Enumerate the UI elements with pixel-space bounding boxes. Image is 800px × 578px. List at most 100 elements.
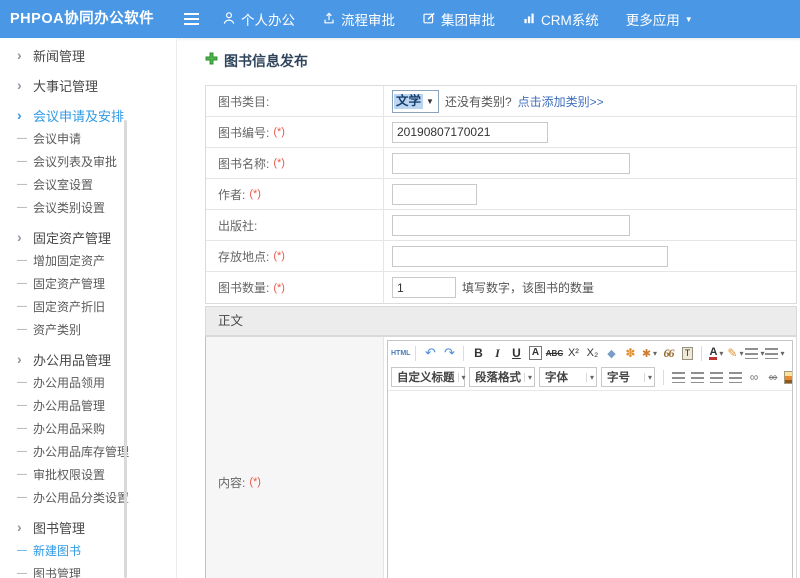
paint-format-icon-button[interactable]: ✱▾ <box>640 343 658 363</box>
paste-icon-button[interactable]: T <box>678 343 696 363</box>
dash-icon: — <box>17 400 33 411</box>
link-button[interactable]: ∞ <box>745 367 763 387</box>
underline-button[interactable]: U <box>507 343 525 363</box>
book-name-input[interactable] <box>392 153 630 174</box>
sidebar-item-fixed-asset-depreciation[interactable]: —固定资产折旧 <box>0 295 176 318</box>
font-color-button[interactable]: A▾ <box>707 343 725 363</box>
form-row-book-name: 图书名称:(*) <box>206 148 796 179</box>
image-button[interactable] <box>783 367 792 387</box>
superscript-button[interactable]: X² <box>564 343 582 363</box>
rich-text-editor: HTML↶↷BIUAABCX²X₂◆✽✱▾66TA▾✎▾▾▾ 自定义标题▾段落格… <box>387 340 793 578</box>
align-left-button[interactable] <box>669 367 687 387</box>
sidebar-item-supplies-purchase[interactable]: —办公用品采购 <box>0 417 176 440</box>
strikethrough-button[interactable]: ABC <box>545 343 563 363</box>
sidebar-item-fixed-asset-manage[interactable]: —固定资产管理 <box>0 272 176 295</box>
sidebar-group-meeting-application[interactable]: ›会议申请及安排 <box>0 103 176 127</box>
sidebar-item-meeting-room-settings[interactable]: —会议室设置 <box>0 173 176 196</box>
sidebar-item-label: 会议申请及安排 <box>33 106 124 125</box>
font-family-select[interactable]: 字体▾ <box>539 367 597 387</box>
location-input[interactable] <box>392 246 668 267</box>
nav-more-apps[interactable]: 更多应用 ▼ <box>626 9 693 29</box>
sidebar-item-supplies-category-settings[interactable]: —办公用品分类设置 <box>0 486 176 509</box>
form-row-location: 存放地点:(*) <box>206 241 796 272</box>
blockquote-button[interactable]: 66 <box>659 343 677 363</box>
dash-icon: — <box>17 324 33 335</box>
custom-title-select[interactable]: 自定义标题▾ <box>391 367 465 387</box>
sidebar-item-meeting-list-approval[interactable]: —会议列表及审批 <box>0 150 176 173</box>
process-icon <box>322 11 336 28</box>
clean-format-icon-button[interactable]: ✽ <box>621 343 639 363</box>
chevron-right-icon: › <box>17 522 33 532</box>
editor-cell: HTML↶↷BIUAABCX²X₂◆✽✱▾66TA▾✎▾▾▾ 自定义标题▾段落格… <box>384 337 796 578</box>
sidebar-item-supplies-inventory[interactable]: —办公用品库存管理 <box>0 440 176 463</box>
required-mark: (*) <box>273 250 285 262</box>
nav-label: CRM系统 <box>541 9 599 29</box>
sidebar-item-add-fixed-asset[interactable]: —增加固定资产 <box>0 249 176 272</box>
italic-button[interactable]: I <box>488 343 506 363</box>
sidebar-item-new-book[interactable]: —新建图书 <box>0 539 176 562</box>
font-border-button[interactable]: A <box>526 343 544 363</box>
sidebar-group-book-management[interactable]: ›图书管理 <box>0 515 176 539</box>
eraser-icon-button[interactable]: ◆ <box>602 343 620 363</box>
nav-workflow-approval[interactable]: 流程审批 <box>322 9 395 29</box>
sidebar-item-approval-permission-settings[interactable]: —审批权限设置 <box>0 463 176 486</box>
nav-personal-office[interactable]: 个人办公 <box>222 9 295 29</box>
chevron-right-icon: › <box>17 50 33 60</box>
editor-content-area[interactable] <box>388 391 792 578</box>
author-input[interactable] <box>392 184 477 205</box>
caret-down-icon: ▾ <box>586 373 594 382</box>
html-source-button[interactable]: HTML <box>391 343 410 363</box>
sidebar-item-supplies-manage[interactable]: —办公用品管理 <box>0 394 176 417</box>
form-row-publisher: 出版社: <box>206 210 796 241</box>
app-logo[interactable]: PHPOA协同办公软件 <box>10 0 154 38</box>
quantity-hint: 填写数字，该图书的数量 <box>462 279 594 296</box>
unlink-button[interactable]: ∞ <box>764 367 782 387</box>
nav-crm-system[interactable]: CRM系统 <box>522 9 599 29</box>
undo-button[interactable]: ↶ <box>421 343 439 363</box>
caret-down-icon: ▾ <box>760 349 764 358</box>
align-justify-button[interactable] <box>726 367 744 387</box>
sidebar-item-label: 大事记管理 <box>33 76 98 95</box>
font-size-select[interactable]: 字号▾ <box>601 367 655 387</box>
redo-button[interactable]: ↷ <box>440 343 458 363</box>
sidebar-item-label: 会议类别设置 <box>33 199 105 216</box>
ordered-list-button[interactable]: ▾ <box>745 343 764 363</box>
align-center-button[interactable] <box>688 367 706 387</box>
paragraph-format-select[interactable]: 段落格式▾ <box>469 367 535 387</box>
sidebar-item-label: 固定资产管理 <box>33 228 111 247</box>
page-title-text: 图书信息发布 <box>224 51 308 71</box>
category-select-value: 文学 <box>394 94 423 109</box>
category-select[interactable]: 文学 ▼ <box>392 90 439 113</box>
unordered-list-button[interactable]: ▾ <box>765 343 784 363</box>
sidebar-item-asset-category[interactable]: —资产类别 <box>0 318 176 341</box>
caret-down-icon: ▾ <box>653 349 657 358</box>
required-mark: (*) <box>273 157 285 169</box>
sidebar-group-memorabilia-management[interactable]: ›大事记管理 <box>0 73 176 97</box>
sidebar-item-label: 固定资产折旧 <box>33 298 105 315</box>
topbar: PHPOA协同办公软件 个人办公 流程审批 集团审批 CRM系统 更多应用 ▼ <box>0 0 800 38</box>
nav-label: 流程审批 <box>341 9 395 29</box>
bold-button[interactable]: B <box>469 343 487 363</box>
publisher-input[interactable] <box>392 215 630 236</box>
nav-group-approval[interactable]: 集团审批 <box>422 9 495 29</box>
sidebar-group-office-supplies-management[interactable]: ›办公用品管理 <box>0 347 176 371</box>
sidebar-scrollbar[interactable] <box>124 120 127 578</box>
subscript-button[interactable]: X₂ <box>583 343 601 363</box>
sidebar-item-meeting-category-settings[interactable]: —会议类别设置 <box>0 196 176 219</box>
editor-toolbar-row1: HTML↶↷BIUAABCX²X₂◆✽✱▾66TA▾✎▾▾▾ <box>388 341 792 365</box>
quantity-input[interactable] <box>392 277 456 298</box>
sidebar-group-fixed-assets-management[interactable]: ›固定资产管理 <box>0 225 176 249</box>
sidebar-item-meeting-apply[interactable]: —会议申请 <box>0 127 176 150</box>
highlight-pen-button[interactable]: ✎▾ <box>726 343 744 363</box>
book-number-input[interactable] <box>392 122 548 143</box>
sidebar-item-label: 办公用品领用 <box>33 374 105 391</box>
sidebar-item-supplies-receive[interactable]: —办公用品领用 <box>0 371 176 394</box>
sidebar-group-news-management[interactable]: ›新闻管理 <box>0 43 176 67</box>
add-category-link[interactable]: 点击添加类别>> <box>518 93 604 110</box>
sidebar-item-book-manage[interactable]: —图书管理 <box>0 562 176 578</box>
hamburger-menu-icon[interactable] <box>184 13 199 25</box>
page-title: 图书信息发布 <box>205 50 800 72</box>
dash-icon: — <box>17 156 33 167</box>
sidebar-menu: ›新闻管理›大事记管理›会议申请及安排—会议申请—会议列表及审批—会议室设置—会… <box>0 43 176 578</box>
align-right-button[interactable] <box>707 367 725 387</box>
